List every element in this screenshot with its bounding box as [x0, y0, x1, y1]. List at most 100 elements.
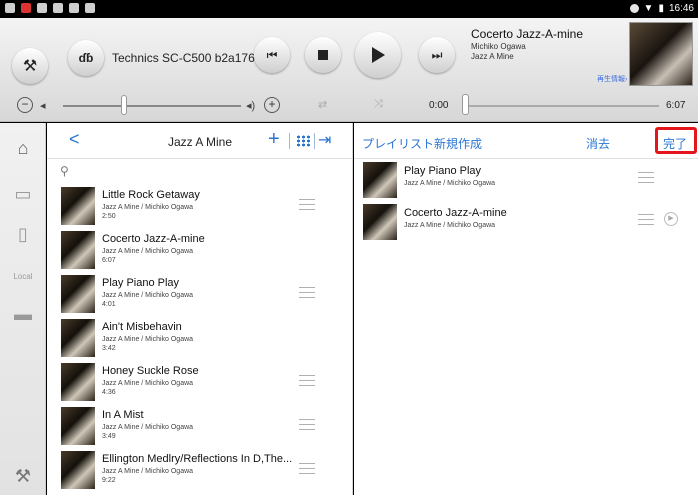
sync-icon [629, 4, 639, 13]
battery-icon: ▮ [658, 3, 664, 14]
nav-tablet[interactable]: ▯ [8, 221, 38, 247]
seek-handle[interactable] [462, 94, 469, 115]
system-status: ▼ ▮ 16:46 [629, 3, 694, 14]
volume-icon: ◂) [246, 100, 256, 112]
track-duration: 3:42 [102, 345, 116, 352]
track-thumbnail [61, 363, 95, 401]
clear-button[interactable]: 消去 [586, 135, 610, 152]
new-playlist-button[interactable]: プレイリスト新規作成 [362, 135, 482, 152]
playlist-item[interactable]: Play Piano Play Jazz A Mine / Michiko Og… [354, 161, 698, 203]
tablet-icon: ▯ [18, 223, 28, 244]
divider [289, 133, 290, 149]
track-row[interactable]: In A Mist Jazz A Mine / Michiko Ogawa 3:… [47, 405, 353, 449]
nav-home[interactable]: ⌂ [8, 135, 38, 161]
notification-icon [5, 3, 15, 13]
track-subtitle: Jazz A Mine / Michiko Ogawa [102, 336, 194, 343]
track-row[interactable]: Play Piano Play Jazz A Mine / Michiko Og… [47, 273, 353, 317]
track-subtitle: Jazz A Mine / Michiko Ogawa [102, 248, 194, 255]
notification-icon [37, 3, 47, 13]
track-duration: 3:49 [102, 433, 116, 440]
playlist-item[interactable]: Cocerto Jazz-A-mine Jazz A Mine / Michik… [354, 203, 698, 245]
device-icon: ▭ [14, 183, 32, 204]
track-thumbnail [61, 275, 95, 313]
now-playing-title: Cocerto Jazz-A-mine [471, 27, 584, 41]
track-thumbnail [61, 231, 95, 269]
track-duration: 6:07 [102, 257, 116, 264]
clock: 16:46 [668, 3, 694, 14]
track-duration: 4:36 [102, 389, 116, 396]
search-icon[interactable]: ⚲ [60, 164, 69, 178]
album-header: < Jazz A Mine + ⇥ [47, 123, 353, 159]
album-cover[interactable] [629, 22, 693, 86]
play-icon[interactable]: ▶ [664, 212, 678, 226]
nav-settings[interactable]: ⚒ [8, 463, 38, 489]
playlist-header: プレイリスト新規作成 消去 完了 [354, 123, 698, 159]
elapsed-time: 0:00 [429, 100, 449, 111]
track-row[interactable]: Honey Suckle Rose Jazz A Mine / Michiko … [47, 361, 353, 405]
playlist-item-subtitle: Jazz A Mine / Michiko Ogawa [404, 222, 496, 229]
volume-down-button[interactable]: − [17, 97, 33, 113]
drag-handle-icon[interactable] [299, 199, 315, 210]
add-all-icon[interactable]: ⇥ [318, 130, 331, 150]
local-icon: Local [13, 271, 33, 281]
drag-handle-icon[interactable] [638, 172, 654, 183]
nav-device[interactable]: ▭ [8, 181, 38, 207]
drag-handle-icon[interactable] [299, 463, 315, 474]
track-thumbnail [363, 204, 397, 240]
drag-handle-icon[interactable] [638, 214, 654, 225]
track-subtitle: Jazz A Mine / Michiko Ogawa [102, 292, 194, 299]
add-icon[interactable]: + [268, 128, 280, 151]
stop-icon [318, 50, 328, 60]
track-subtitle: Jazz A Mine / Michiko Ogawa [102, 468, 194, 475]
track-row[interactable]: Ain't Misbehavin Jazz A Mine / Michiko O… [47, 317, 353, 361]
home-icon: ⌂ [17, 137, 29, 158]
volume-up-button[interactable]: + [264, 97, 280, 113]
track-duration: 4:01 [102, 301, 116, 308]
stop-button[interactable] [305, 37, 341, 73]
wrench-icon: ⚒ [14, 465, 32, 486]
volume-slider-handle[interactable] [121, 95, 127, 115]
drag-handle-icon[interactable] [299, 287, 315, 298]
track-thumbnail [61, 407, 95, 445]
track-title: Cocerto Jazz-A-mine [102, 233, 205, 245]
speaker-icon: ɗɓ [78, 51, 94, 65]
playlist-item-subtitle: Jazz A Mine / Michiko Ogawa [404, 180, 496, 187]
left-nav: ⌂ ▭ ▯ Local ▬ ⚒ [0, 123, 46, 495]
track-row[interactable]: Little Rock Getaway Jazz A Mine / Michik… [47, 185, 353, 229]
track-title: Honey Suckle Rose [102, 365, 199, 377]
seek-bar[interactable] [469, 105, 659, 107]
track-thumbnail [61, 319, 95, 357]
track-subtitle: Jazz A Mine / Michiko Ogawa [102, 380, 194, 387]
play-button[interactable] [355, 32, 401, 78]
status-bar: ▼ ▮ 16:46 [0, 0, 698, 18]
track-title: In A Mist [102, 409, 144, 421]
speaker-select-button[interactable]: ɗɓ [68, 40, 104, 76]
track-title: Little Rock Getaway [102, 189, 200, 201]
playback-info-link[interactable]: 再生情報› [597, 74, 627, 84]
playlist-panel: プレイリスト新規作成 消去 完了 Play Piano Play Jazz A … [354, 123, 698, 495]
mute-icon[interactable]: ◂ [40, 99, 46, 112]
track-row[interactable]: Ellington Medlry/Reflections In D,The...… [47, 449, 353, 493]
track-thumbnail [363, 162, 397, 198]
skip-forward-icon: ⏭ [431, 47, 443, 62]
track-row[interactable]: Cocerto Jazz-A-mine Jazz A Mine / Michik… [47, 229, 353, 273]
now-playing-artist: Michiko Ogawa [471, 42, 526, 51]
track-title: Ellington Medlry/Reflections In D,The... [102, 453, 293, 465]
drag-handle-icon[interactable] [299, 419, 315, 430]
drag-handle-icon[interactable] [299, 375, 315, 386]
settings-button[interactable]: ⚒ [12, 48, 48, 84]
notification-icon [69, 3, 79, 13]
nav-dock[interactable]: ▬ [8, 301, 38, 327]
grid-view-icon[interactable] [296, 135, 310, 147]
done-button[interactable]: 完了 [663, 135, 687, 152]
repeat-icon[interactable]: ⇄ [318, 98, 327, 111]
track-duration: 9:22 [102, 477, 116, 484]
previous-button[interactable]: ⏮ [254, 37, 290, 73]
volume-slider[interactable] [63, 105, 241, 107]
track-title: Ain't Misbehavin [102, 321, 182, 333]
playlist-item-title: Cocerto Jazz-A-mine [404, 207, 507, 219]
nav-local[interactable]: Local [8, 263, 38, 289]
shuffle-icon[interactable]: ⤨ [374, 98, 383, 111]
divider [314, 133, 315, 149]
next-button[interactable]: ⏭ [419, 37, 455, 73]
